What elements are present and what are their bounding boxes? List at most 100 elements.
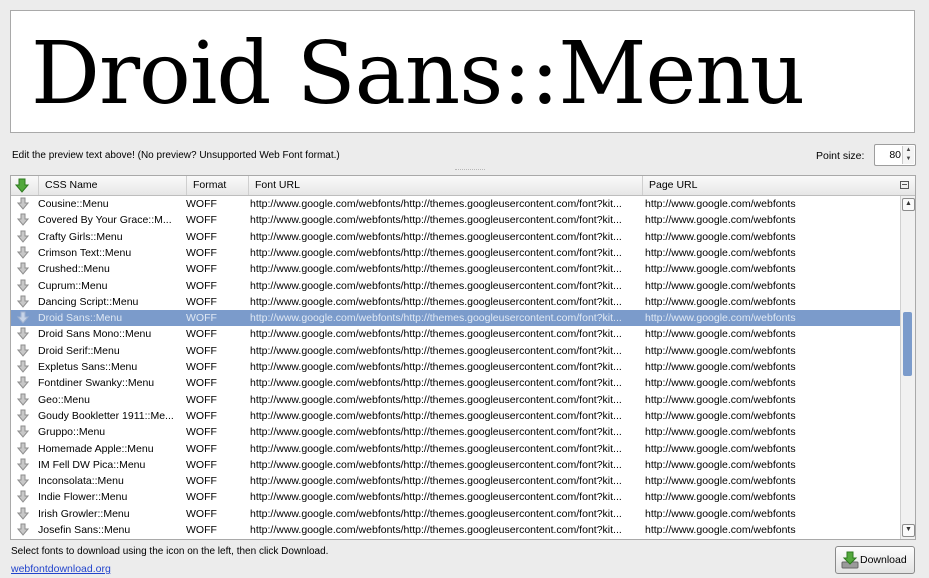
page-url-cell: http://www.google.com/webfonts <box>645 198 796 210</box>
download-arrow-icon[interactable] <box>17 279 29 293</box>
page-url-cell: http://www.google.com/webfonts <box>645 393 796 406</box>
page-url-cell: http://www.google.com/webfonts <box>645 246 796 259</box>
format-cell: WOFF <box>186 409 217 422</box>
download-arrow-icon[interactable] <box>17 230 29 244</box>
download-arrow-icon[interactable] <box>17 393 29 407</box>
table-row[interactable]: Droid Serif::Menu WOFF http://www.google.c… <box>11 343 901 359</box>
css-name-cell: Crimson Text::Menu <box>38 246 132 259</box>
table-header: CSS Name Format Font URL Page URL <box>11 176 915 196</box>
vertical-scrollbar[interactable]: ▲ ▼ <box>900 196 915 539</box>
download-arrow-icon[interactable] <box>17 262 29 276</box>
css-name-cell: Droid Sans::Menu <box>38 312 123 325</box>
table-row[interactable]: Fontdiner Swanky::Menu WOFF http://www.goo… <box>11 375 901 391</box>
css-name-cell: Indie Flower::Menu <box>38 491 128 504</box>
font-url-cell: http://www.google.com/webfonts/http://th… <box>250 198 622 210</box>
table-row[interactable]: Crafty Girls::Menu WOFF http://www.google.… <box>11 229 901 245</box>
page-url-cell: http://www.google.com/webfonts <box>645 426 796 439</box>
page-url-cell: http://www.google.com/webfonts <box>645 312 796 325</box>
table-row[interactable]: Geo::Menu WOFF http://www.google.com/webfo… <box>11 392 901 408</box>
download-arrow-icon[interactable] <box>17 523 29 537</box>
download-arrow-icon[interactable] <box>17 425 29 439</box>
table-row[interactable]: Droid Sans Mono::Menu WOFF http://www.goog… <box>11 326 901 342</box>
css-name-cell: Expletus Sans::Menu <box>38 361 138 373</box>
page-url-cell: http://www.google.com/webfonts <box>645 279 796 292</box>
download-arrow-icon[interactable] <box>17 507 29 521</box>
download-arrow-icon[interactable] <box>17 295 29 309</box>
table-row[interactable]: IM Fell DW Pica::Menu WOFF http://www.goog… <box>11 457 901 473</box>
download-arrow-icon[interactable] <box>17 474 29 488</box>
css-name-cell: Cuprum::Menu <box>38 279 108 292</box>
table-row[interactable]: Droid Sans::Menu WOFF http://www.google.co… <box>11 310 901 327</box>
spin-down-icon[interactable]: ▼ <box>903 155 914 164</box>
format-cell: WOFF <box>186 328 217 341</box>
table-row[interactable]: Cousine::Menu WOFF http://www.google.com/w… <box>11 196 901 212</box>
format-cell: WOFF <box>186 524 217 536</box>
download-arrow-icon[interactable] <box>17 311 29 325</box>
scroll-down-icon[interactable]: ▼ <box>902 524 915 537</box>
css-name-cell: Inconsolata::Menu <box>38 475 124 488</box>
table-row[interactable]: Irish Growler::Menu WOFF http://www.google… <box>11 506 901 522</box>
download-button-label: Download <box>860 554 907 566</box>
table-row[interactable]: Covered By Your Grace::M... WOFF http://ww… <box>11 212 901 228</box>
column-header-font-url[interactable]: Font URL <box>248 176 642 195</box>
font-url-cell: http://www.google.com/webfonts/http://th… <box>250 295 622 308</box>
preview-text[interactable]: Droid Sans::Menu <box>31 19 805 129</box>
spin-up-icon[interactable]: ▲ <box>903 146 914 155</box>
format-cell: WOFF <box>186 475 217 488</box>
table-row[interactable]: Crimson Text::Menu WOFF http://www.google.… <box>11 245 901 261</box>
page-url-cell: http://www.google.com/webfonts <box>645 263 796 276</box>
table-row[interactable]: Gruppo::Menu WOFF http://www.google.com/we… <box>11 424 901 440</box>
preview-text-area[interactable]: Droid Sans::Menu <box>10 10 915 133</box>
font-url-cell: http://www.google.com/webfonts/http://th… <box>250 475 622 488</box>
column-header-format[interactable]: Format <box>186 176 248 195</box>
download-arrow-icon[interactable] <box>17 327 29 341</box>
table-row[interactable]: Inconsolata::Menu WOFF http://www.google.c… <box>11 473 901 489</box>
download-arrow-icon[interactable] <box>17 442 29 456</box>
point-size-spinner[interactable]: ▲ ▼ <box>902 146 914 164</box>
font-url-cell: http://www.google.com/webfonts/http://th… <box>250 409 622 422</box>
table-row[interactable]: Indie Flower::Menu WOFF http://www.google.… <box>11 489 901 505</box>
font-url-cell: http://www.google.com/webfonts/http://th… <box>250 393 622 406</box>
header-download-column[interactable] <box>11 176 38 195</box>
font-url-cell: http://www.google.com/webfonts/http://th… <box>250 328 622 341</box>
download-arrow-icon[interactable] <box>17 458 29 472</box>
column-menu-icon[interactable] <box>900 181 909 189</box>
table-row[interactable]: Dancing Script::Menu WOFF http://www.googl… <box>11 294 901 310</box>
table-body: Cousine::Menu WOFF http://www.google.com/w… <box>11 196 901 539</box>
download-arrow-icon[interactable] <box>17 409 29 423</box>
column-header-page-url[interactable]: Page URL <box>642 176 915 195</box>
css-name-cell: Josefin Sans::Menu <box>38 524 131 536</box>
scroll-up-icon[interactable]: ▲ <box>902 198 915 211</box>
format-cell: WOFF <box>186 393 217 406</box>
download-arrow-icon[interactable] <box>17 197 29 211</box>
table-row[interactable]: Josefin Sans::Menu WOFF http://www.google.… <box>11 522 901 538</box>
table-row[interactable]: Crushed::Menu WOFF http://www.google.com/w… <box>11 261 901 277</box>
page-url-cell: http://www.google.com/webfonts <box>645 409 796 422</box>
download-arrow-icon[interactable] <box>17 376 29 390</box>
font-url-cell: http://www.google.com/webfonts/http://th… <box>250 458 622 471</box>
splitter-handle[interactable] <box>455 169 485 172</box>
css-name-cell: Droid Serif::Menu <box>38 344 120 357</box>
css-name-cell: Irish Growler::Menu <box>38 507 130 520</box>
column-header-css-name[interactable]: CSS Name <box>38 176 186 195</box>
download-arrow-icon[interactable] <box>17 344 29 358</box>
download-arrow-icon[interactable] <box>17 213 29 227</box>
scrollbar-thumb[interactable] <box>903 312 912 376</box>
download-arrow-icon[interactable] <box>17 246 29 260</box>
table-row[interactable]: Cuprum::Menu WOFF http://www.google.com/we… <box>11 278 901 294</box>
css-name-cell: Dancing Script::Menu <box>38 295 139 308</box>
website-link[interactable]: webfontdownload.org <box>11 563 111 575</box>
download-arrow-icon[interactable] <box>17 360 29 374</box>
table-row[interactable]: Homemade Apple::Menu WOFF http://www.googl… <box>11 441 901 457</box>
table-row[interactable]: Expletus Sans::Menu WOFF http://www.google… <box>11 359 901 375</box>
download-arrow-icon[interactable] <box>17 490 29 504</box>
css-name-cell: Goudy Bookletter 1911::Me... <box>38 409 174 422</box>
css-name-cell: Crushed::Menu <box>38 263 110 276</box>
font-url-cell: http://www.google.com/webfonts/http://th… <box>250 312 622 325</box>
point-size-spinbox[interactable]: 80 ▲ ▼ <box>874 144 916 166</box>
point-size-value[interactable]: 80 <box>889 149 901 161</box>
table-row[interactable]: Goudy Bookletter 1911::Me... WOFF http://w… <box>11 408 901 424</box>
format-cell: WOFF <box>186 246 217 259</box>
download-button[interactable]: Download <box>835 546 915 574</box>
css-name-cell: IM Fell DW Pica::Menu <box>38 458 146 471</box>
